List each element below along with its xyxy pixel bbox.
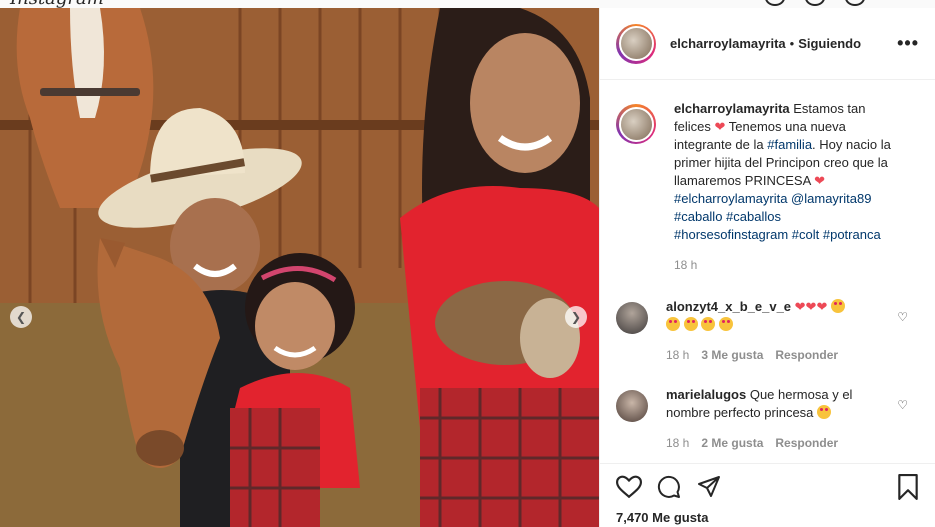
reply-button[interactable]: Responder [775, 434, 838, 452]
post-actions: 7,470 Me gusta [600, 463, 935, 527]
top-nav-icons [765, 0, 865, 6]
comment-body: alonzyt4_x_b_e_v_e ❤❤❤ 18 h 3 Me gusta R… [666, 298, 894, 364]
hashtag-familia-link[interactable]: #familia [767, 137, 812, 152]
comment-likes[interactable]: 2 Me gusta [701, 434, 763, 452]
commenter-avatar[interactable] [616, 302, 648, 334]
comment-row: alonzyt4_x_b_e_v_e ❤❤❤ 18 h 3 Me gusta R… [600, 298, 935, 364]
comment-meta: 18 h 2 Me gusta Responder [666, 434, 894, 452]
share-icon[interactable] [696, 475, 722, 499]
caption-tags-line-2[interactable]: #caballo #caballos [674, 209, 781, 224]
heart-icon[interactable] [616, 475, 642, 499]
explore-icon[interactable] [845, 0, 865, 6]
caption-username[interactable]: elcharroylamayrita [674, 101, 790, 116]
caption-tags-line-1[interactable]: #elcharroylamayrita @lamayrita89 [674, 191, 871, 206]
heart-eyes-emoji-icon [817, 405, 832, 419]
chevron-left-icon[interactable]: ❮ [10, 306, 32, 328]
caption-timestamp[interactable]: 18 h [674, 256, 697, 274]
red-heart-emoji-icon: ❤❤❤ [794, 299, 828, 314]
commenter-avatar[interactable] [616, 390, 648, 422]
top-navigation-bar: Instagram [0, 0, 935, 9]
more-icon[interactable]: ••• [897, 33, 919, 54]
post-header: elcharroylamayrita • Siguiendo ••• [600, 8, 935, 80]
like-comment-heart-icon[interactable]: ♡ [897, 398, 908, 412]
caption-meta: 18 h [674, 256, 902, 274]
separator-dot: • [789, 36, 795, 51]
caption-row: elcharroylamayrita Estamos tan felices ❤… [600, 100, 935, 274]
photo-illustration [0, 8, 599, 527]
bookmark-icon[interactable] [896, 474, 920, 500]
reply-button[interactable]: Responder [775, 346, 838, 364]
chevron-right-icon[interactable]: ❯ [565, 306, 587, 328]
heart-eyes-emoji-icon [666, 317, 680, 331]
heart-eyes-emoji-icon [830, 299, 845, 313]
like-comment-heart-icon[interactable]: ♡ [897, 310, 908, 324]
comment-timestamp[interactable]: 18 h [666, 346, 689, 364]
caption-body: elcharroylamayrita Estamos tan felices ❤… [674, 100, 902, 274]
comment-icon[interactable] [656, 475, 682, 499]
comment-body: marielalugos Que hermosa y el nombre per… [666, 386, 894, 452]
author-avatar[interactable] [616, 23, 656, 64]
comment-username[interactable]: marielalugos [666, 387, 746, 402]
comment-row: marielalugos Que hermosa y el nombre per… [600, 386, 935, 452]
red-heart-emoji-icon: ❤ [714, 119, 726, 134]
caption-tags-line-3[interactable]: #horsesofinstagram #colt #potranca [674, 227, 881, 242]
heart-eyes-emoji-icon [718, 317, 733, 331]
home-icon[interactable] [765, 0, 785, 6]
action-icons [616, 472, 920, 502]
author-username[interactable]: elcharroylamayrita [670, 36, 786, 51]
messages-icon[interactable] [805, 0, 825, 6]
comment-likes[interactable]: 3 Me gusta [701, 346, 763, 364]
post-side-panel: elcharroylamayrita • Siguiendo ••• elcha… [599, 8, 935, 527]
comment-username[interactable]: alonzyt4_x_b_e_v_e [666, 299, 791, 314]
comments-list[interactable]: elcharroylamayrita Estamos tan felices ❤… [600, 88, 935, 458]
heart-eyes-emoji-icon [683, 317, 698, 331]
red-heart-emoji-icon: ❤ [814, 173, 826, 188]
post-photo[interactable]: ❮ ❯ [0, 8, 599, 527]
likes-count[interactable]: 7,470 Me gusta [616, 510, 920, 525]
heart-eyes-emoji-icon [701, 317, 716, 331]
follow-status-button[interactable]: Siguiendo [798, 36, 861, 51]
comment-timestamp[interactable]: 18 h [666, 434, 689, 452]
comment-meta: 18 h 3 Me gusta Responder [666, 346, 894, 364]
caption-avatar[interactable] [616, 104, 656, 144]
